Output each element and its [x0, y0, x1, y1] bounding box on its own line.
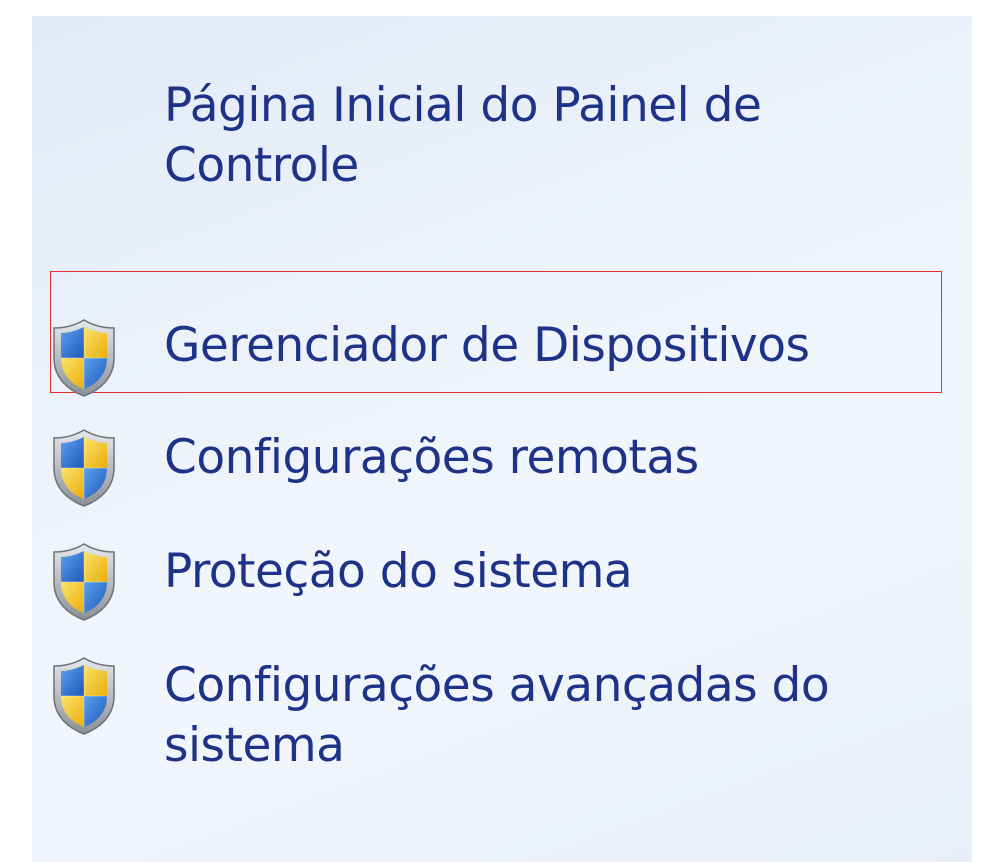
uac-shield-icon	[50, 318, 118, 398]
uac-shield-icon	[50, 428, 118, 508]
task-remote-settings[interactable]: Configurações remotas	[50, 428, 950, 538]
task-system-protection[interactable]: Proteção do sistema	[50, 542, 950, 652]
task-label: Configurações remotas	[164, 430, 699, 485]
tasks-panel: Página Inicial do Painel de Controle Ger…	[32, 16, 972, 862]
uac-shield-icon	[50, 656, 118, 736]
task-label: Gerenciador de Dispositivos	[164, 318, 810, 373]
task-label: Proteção do sistema	[164, 544, 633, 599]
task-advanced-system-settings[interactable]: Configurações avançadas do sistema	[50, 656, 950, 773]
task-device-manager[interactable]: Gerenciador de Dispositivos	[50, 316, 950, 426]
uac-shield-icon	[50, 542, 118, 622]
task-label: Configurações avançadas do sistema	[164, 658, 830, 773]
control-panel-home-link[interactable]: Página Inicial do Painel de Controle	[164, 76, 924, 196]
